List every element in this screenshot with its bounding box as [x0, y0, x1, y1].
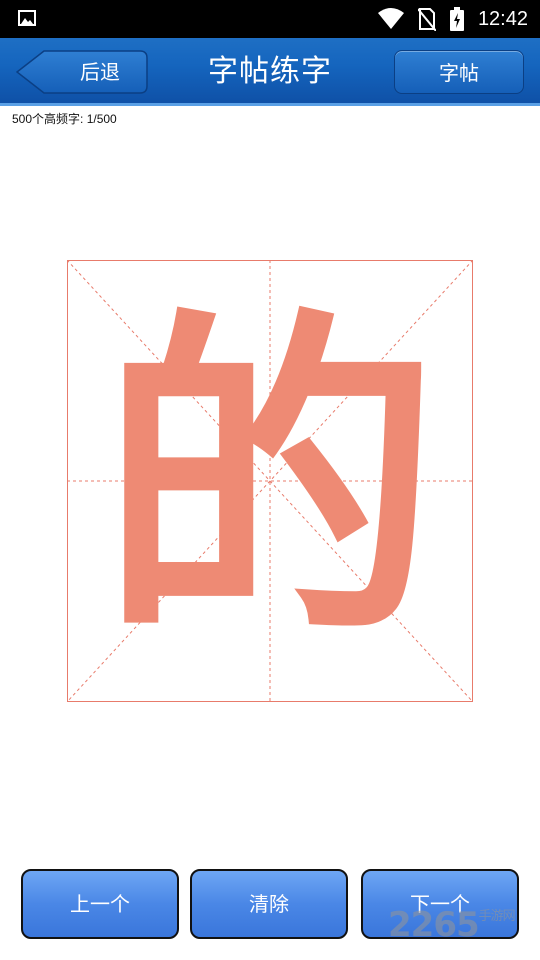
previous-button[interactable]: 上一个 — [21, 869, 179, 939]
clear-button[interactable]: 清除 — [190, 869, 348, 939]
status-time: 12:42 — [477, 7, 528, 30]
copybook-button[interactable]: 字帖 — [394, 50, 524, 94]
back-label: 后退 — [80, 60, 120, 84]
progress-label: 500个高频字: 1/500 — [12, 112, 117, 126]
practice-character: 的 — [100, 281, 440, 680]
practice-grid[interactable]: 的 — [67, 260, 473, 702]
watermark-logo: 2265手游网 — [388, 905, 516, 945]
wifi-icon — [377, 8, 404, 29]
battery-charging-icon — [449, 7, 464, 31]
back-button[interactable]: 后退 — [16, 50, 148, 94]
gallery-icon — [18, 10, 36, 26]
no-sim-icon — [417, 8, 436, 31]
title-bar: 后退 字帖练字 字帖 — [0, 38, 540, 106]
page-title: 字帖练字 — [208, 54, 332, 89]
status-bar: 12:42 — [0, 0, 540, 38]
